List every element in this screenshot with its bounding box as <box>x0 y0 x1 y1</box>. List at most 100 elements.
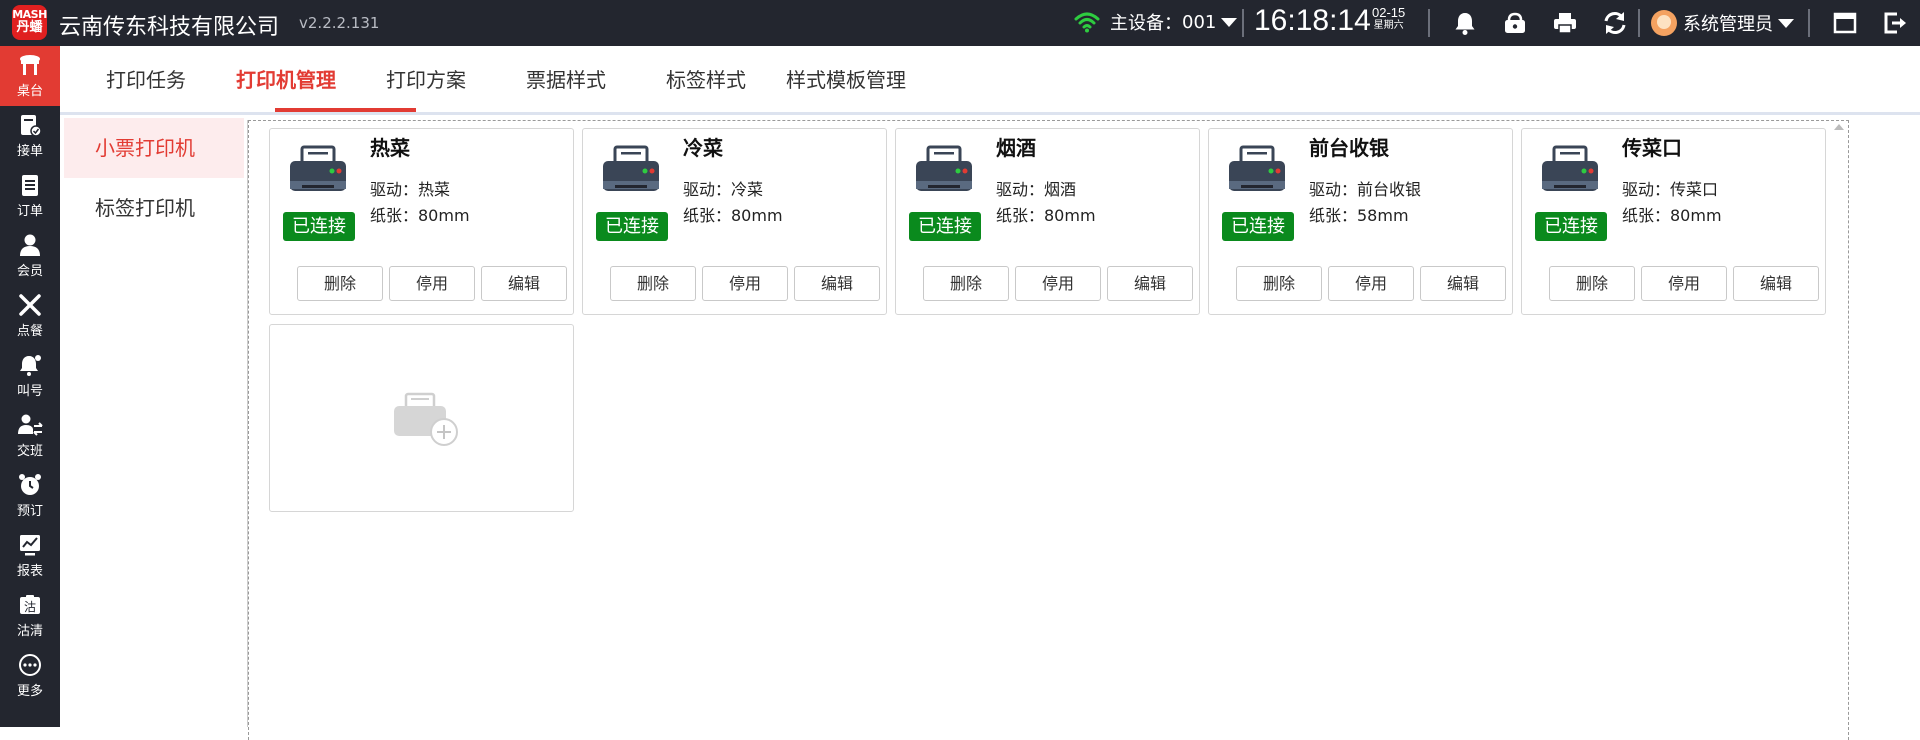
edit-button[interactable]: 编辑 <box>794 266 880 301</box>
delete-button[interactable]: 删除 <box>923 266 1009 301</box>
left-nav: 桌台 接单 订单 会员 点餐 叫号 交班 预订 报表 沽 沽清 更多 <box>0 46 60 727</box>
printer-name: 冷菜 <box>683 136 723 160</box>
edit-button[interactable]: 编辑 <box>1420 266 1506 301</box>
bell-icon[interactable] <box>1452 10 1478 36</box>
nav-item-member[interactable]: 会员 <box>0 226 60 286</box>
sync-icon[interactable] <box>1602 10 1628 36</box>
status-badge: 已连接 <box>1535 212 1607 241</box>
printer-card: 已连接 冷菜 驱动：冷菜 纸张：80mm 删除 停用 编辑 <box>582 128 887 315</box>
printer-driver: 驱动：前台收银 <box>1309 180 1422 199</box>
nav-item-reservation[interactable]: 预订 <box>0 466 60 526</box>
delete-button[interactable]: 删除 <box>610 266 696 301</box>
scroll-up-arrow[interactable] <box>1834 124 1844 130</box>
delete-button[interactable]: 删除 <box>1549 266 1635 301</box>
tab-printer-management[interactable]: 打印机管理 <box>236 64 336 93</box>
date-text: 02-15 <box>1372 5 1406 20</box>
nav-label: 交班 <box>16 444 43 459</box>
nav-item-table[interactable]: 桌台 <box>0 46 60 106</box>
edit-button[interactable]: 编辑 <box>1107 266 1193 301</box>
nav-item-shift[interactable]: 交班 <box>0 406 60 466</box>
submenu-receipt-printer[interactable]: 小票打印机 <box>64 118 244 178</box>
printer-card: 已连接 传菜口 驱动：传菜口 纸张：80mm 删除 停用 编辑 <box>1521 128 1826 315</box>
printer-paper: 纸张：80mm <box>996 206 1096 225</box>
add-printer-card[interactable] <box>269 324 574 512</box>
printer-driver: 驱动：热菜 <box>370 180 451 199</box>
divider <box>60 112 1920 115</box>
add-printer-icon <box>394 392 458 446</box>
report-icon <box>20 535 40 556</box>
device-label: 主设备： <box>1110 13 1182 34</box>
submenu-label-printer[interactable]: 标签打印机 <box>64 178 244 238</box>
top-bar: MASH 丹蟠 云南传东科技有限公司 v2.2.2.131 主设备： 001 1… <box>0 0 1920 46</box>
disable-button[interactable]: 停用 <box>389 266 475 301</box>
divider <box>1242 9 1244 37</box>
tab-bar: 打印任务 打印机管理 打印方案 票据样式 标签样式 样式模板管理 <box>60 46 1920 112</box>
table-icon <box>20 55 40 75</box>
edit-button[interactable]: 编辑 <box>1733 266 1819 301</box>
chevron-down-icon <box>1221 17 1238 27</box>
delete-button[interactable]: 删除 <box>297 266 383 301</box>
nav-item-accept-order[interactable]: 接单 <box>0 106 60 166</box>
clock-date: 02-15 星期六 <box>1372 5 1406 32</box>
order-list-icon <box>22 175 38 196</box>
printer-driver: 驱动：传菜口 <box>1622 180 1719 199</box>
logo-text-top: MASH <box>12 8 47 21</box>
user-menu[interactable]: 系统管理员 <box>1651 9 1794 37</box>
printer-card: 已连接 热菜 驱动：热菜 纸张：80mm 删除 停用 编辑 <box>269 128 574 315</box>
logo-text-bottom: 丹蟠 <box>16 19 43 35</box>
fork-knife-icon <box>19 294 41 316</box>
printer-name: 烟酒 <box>996 136 1036 160</box>
printer-paper: 纸张：80mm <box>1622 206 1722 225</box>
exit-icon[interactable] <box>1882 10 1908 36</box>
printer-card: 已连接 烟酒 驱动：烟酒 纸张：80mm 删除 停用 编辑 <box>895 128 1200 315</box>
printer-paper: 纸张：80mm <box>370 206 470 225</box>
clock-time: 16:18:14 <box>1254 4 1371 37</box>
printer-icon[interactable] <box>1552 10 1578 36</box>
disable-button[interactable]: 停用 <box>702 266 788 301</box>
nav-item-ordering[interactable]: 点餐 <box>0 286 60 346</box>
nav-item-sold-out[interactable]: 沽 沽清 <box>0 586 60 646</box>
app-version: v2.2.2.131 <box>299 14 380 32</box>
disable-button[interactable]: 停用 <box>1015 266 1101 301</box>
member-icon <box>20 234 40 256</box>
status-badge: 已连接 <box>283 212 355 241</box>
printer-icon <box>916 145 972 191</box>
tab-label-style[interactable]: 标签样式 <box>666 64 746 93</box>
tab-print-tasks[interactable]: 打印任务 <box>106 64 186 93</box>
nav-label: 点餐 <box>16 324 43 339</box>
tab-print-plan[interactable]: 打印方案 <box>386 64 466 93</box>
nav-item-call-number[interactable]: 叫号 <box>0 346 60 406</box>
sold-out-icon: 沽 <box>20 595 40 614</box>
printer-name: 热菜 <box>370 136 410 160</box>
printer-driver: 驱动：烟酒 <box>996 180 1077 199</box>
alarm-clock-icon <box>19 474 41 495</box>
nav-label: 叫号 <box>16 384 43 399</box>
nav-label: 沽清 <box>16 624 43 639</box>
tab-receipt-style[interactable]: 票据样式 <box>526 64 606 93</box>
printer-type-menu: 小票打印机 标签打印机 <box>64 118 244 727</box>
divider <box>1808 9 1810 37</box>
tab-template-management[interactable]: 样式模板管理 <box>786 64 906 93</box>
printer-icon <box>603 145 659 191</box>
nav-item-orders[interactable]: 订单 <box>0 166 60 226</box>
nav-label: 会员 <box>16 264 43 279</box>
device-value: 001 <box>1182 11 1217 33</box>
svg-text:沽: 沽 <box>24 600 36 614</box>
window-icon[interactable] <box>1832 10 1858 36</box>
nav-item-reports[interactable]: 报表 <box>0 526 60 586</box>
disable-button[interactable]: 停用 <box>1641 266 1727 301</box>
nav-item-more[interactable]: 更多 <box>0 646 60 706</box>
edit-button[interactable]: 编辑 <box>481 266 567 301</box>
user-name: 系统管理员 <box>1683 14 1773 35</box>
delete-button[interactable]: 删除 <box>1236 266 1322 301</box>
status-badge: 已连接 <box>1222 212 1294 241</box>
nav-label: 更多 <box>16 684 43 699</box>
app-logo: MASH 丹蟠 <box>12 5 47 40</box>
cashbox-icon[interactable] <box>1502 10 1528 36</box>
device-selector[interactable]: 主设备： 001 <box>1074 9 1238 35</box>
weekday-text: 星期六 <box>1373 20 1404 32</box>
status-badge: 已连接 <box>909 212 981 241</box>
disable-button[interactable]: 停用 <box>1328 266 1414 301</box>
avatar <box>1651 10 1677 36</box>
divider <box>1638 9 1640 37</box>
